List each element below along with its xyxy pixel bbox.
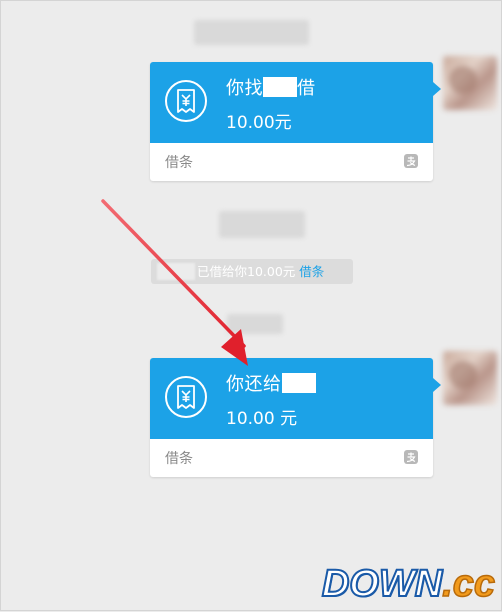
down-cc-watermark: DOWN.cc xyxy=(321,562,496,606)
red-arrow-annotation xyxy=(101,199,248,366)
chat-window: 你找借 10.00元 借条 已借给你10.00元 借条 你还给 10.00 元 … xyxy=(0,0,502,611)
